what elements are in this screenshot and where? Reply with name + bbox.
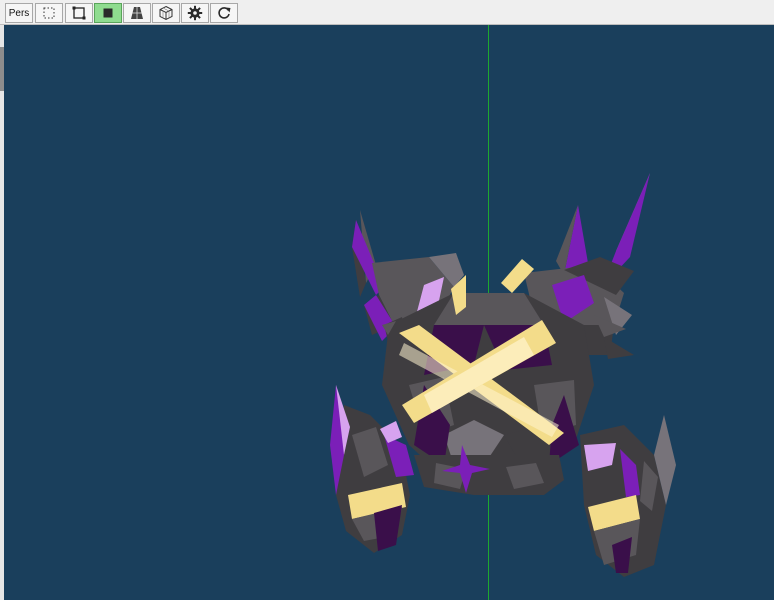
- projection-toggle-button[interactable]: Pers: [5, 3, 33, 23]
- frame-view-button[interactable]: [65, 3, 93, 23]
- wireframe-cube-icon: [158, 5, 174, 21]
- gear-icon: [187, 5, 203, 21]
- dotted-square-icon: [41, 5, 57, 21]
- armour-model: [330, 173, 676, 577]
- 3d-viewport[interactable]: [4, 25, 774, 600]
- select-mode-button[interactable]: [35, 3, 63, 23]
- trapezoid-plane-icon: [129, 5, 145, 21]
- viewport-toolbar: Pers: [0, 0, 774, 25]
- solid-square-icon: [100, 5, 116, 21]
- projection-label: Pers: [8, 7, 30, 19]
- perspective-plane-button[interactable]: [123, 3, 151, 23]
- refresh-icon: [216, 5, 232, 21]
- solid-shading-button[interactable]: [94, 3, 122, 23]
- settings-button[interactable]: [181, 3, 209, 23]
- wireframe-cube-button[interactable]: [152, 3, 180, 23]
- reset-view-button[interactable]: [210, 3, 238, 23]
- frame-square-icon: [71, 5, 87, 21]
